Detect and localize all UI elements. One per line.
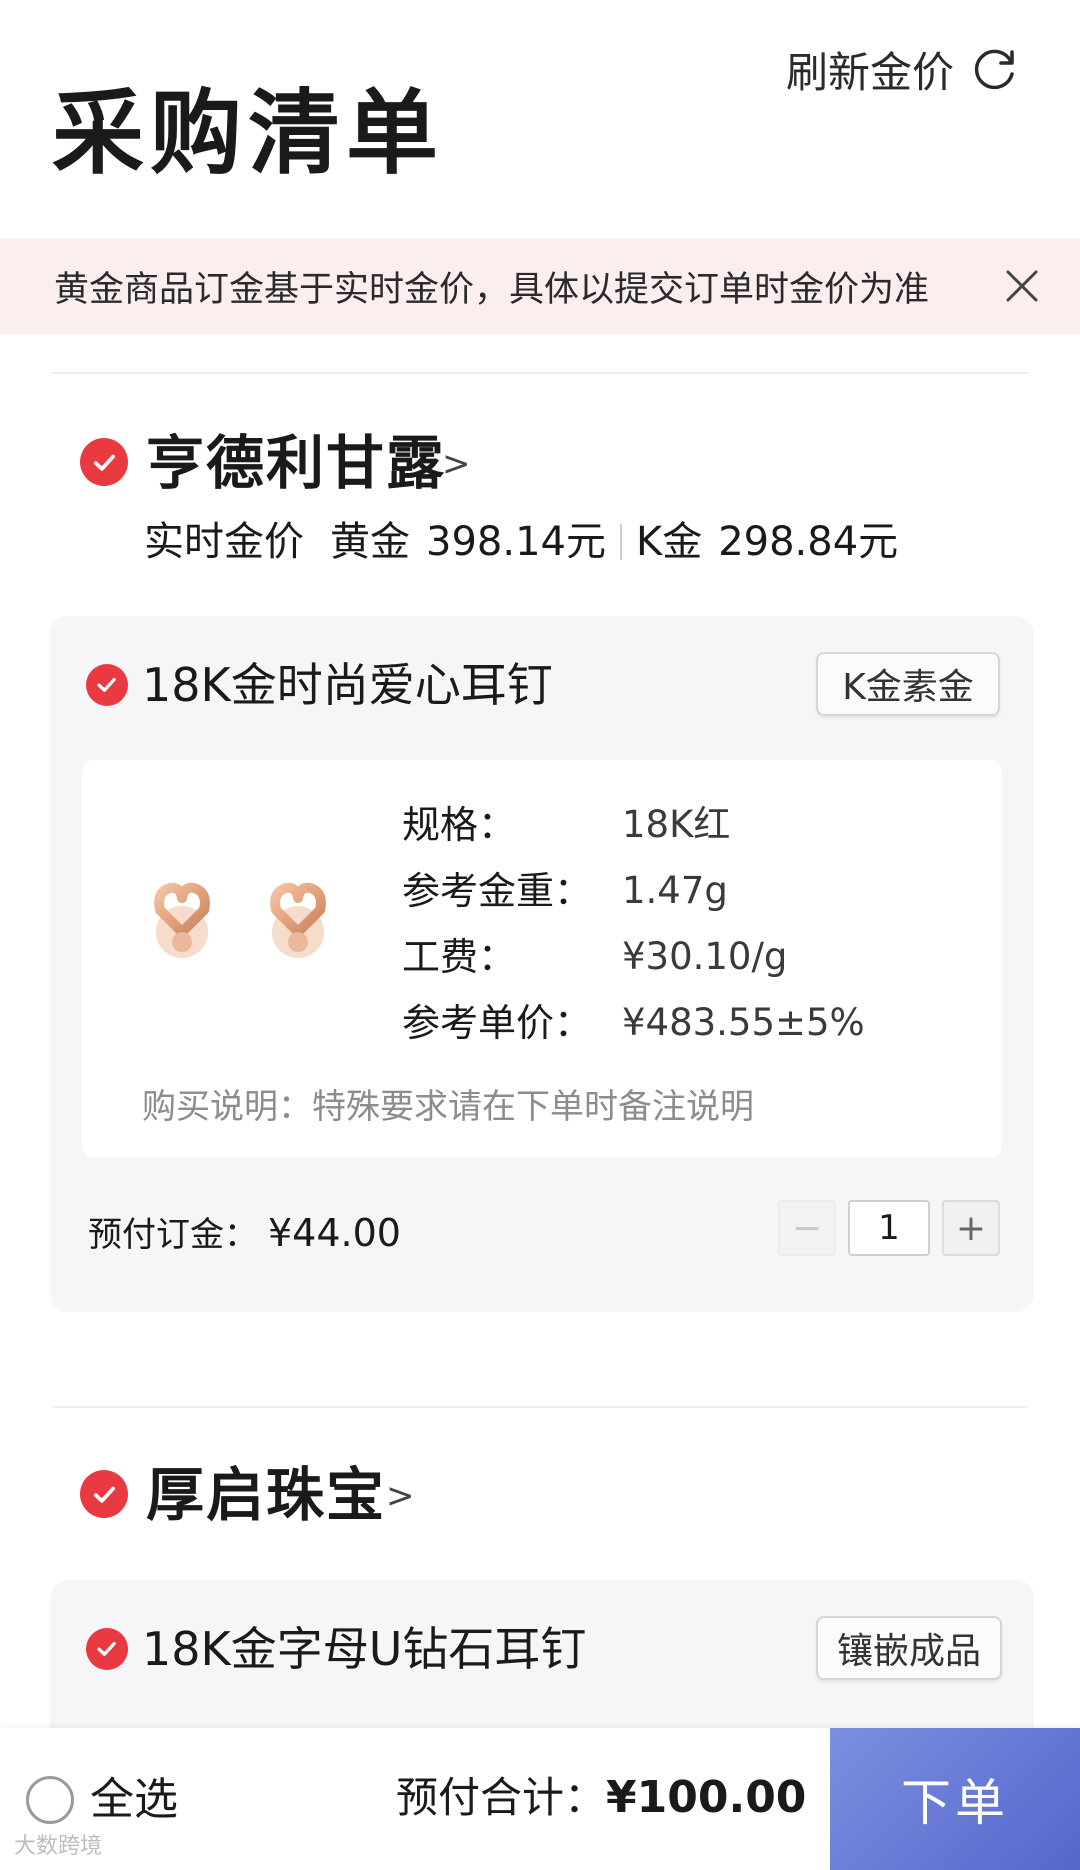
spec-label-size: 规格： bbox=[402, 803, 517, 847]
deposit-label: 预付订金： bbox=[88, 1215, 258, 1255]
total-value: ¥100.00 bbox=[606, 1772, 807, 1823]
kgold-label: K金 bbox=[635, 519, 703, 565]
chevron-right-icon[interactable]: > bbox=[386, 1479, 415, 1513]
product-title[interactable]: 18K金字母U钻石耳钉 bbox=[142, 1626, 586, 1672]
select-all-label[interactable]: 全选 bbox=[90, 1778, 178, 1822]
spec-value-weight: 1.47g bbox=[622, 869, 728, 912]
store-check-icon[interactable] bbox=[80, 438, 128, 486]
deposit-row: 预付订金： ¥44.00 bbox=[88, 1214, 401, 1252]
divider bbox=[52, 1406, 1028, 1408]
place-order-button[interactable]: 下单 bbox=[830, 1728, 1080, 1870]
quantity-minus-button[interactable]: − bbox=[778, 1200, 836, 1256]
quantity-plus-button[interactable]: + bbox=[942, 1200, 1000, 1256]
spec-value-labor-fee: ¥30.10/g bbox=[622, 935, 788, 978]
divider bbox=[52, 372, 1028, 374]
product-type-tag: 镶嵌成品 bbox=[816, 1616, 1002, 1680]
prepay-total: 预付合计：¥100.00 bbox=[396, 1776, 806, 1820]
total-label: 预付合计： bbox=[396, 1773, 607, 1822]
gold-price: 398.14元 bbox=[426, 519, 606, 565]
spec-value-unit-price: ¥483.55±5% bbox=[622, 1001, 865, 1044]
earring-left bbox=[154, 882, 210, 958]
refresh-price-button[interactable]: 刷新金价 bbox=[786, 44, 1020, 101]
notice-text: 黄金商品订金基于实时金价，具体以提交订单时金价为准 bbox=[54, 269, 930, 310]
page-title: 采购清单 bbox=[52, 80, 445, 187]
spec-label-labor-fee: 工费： bbox=[402, 935, 517, 979]
watermark: 大数跨境 bbox=[14, 1834, 103, 1859]
refresh-icon bbox=[970, 44, 1020, 101]
product-type-tag: K金素金 bbox=[816, 652, 1000, 716]
realtime-gold-price: 实时金价 黄金 398.14元 K金 298.84元 bbox=[144, 522, 898, 562]
product-check-icon[interactable] bbox=[86, 664, 128, 706]
gold-price-notice: 黄金商品订金基于实时金价，具体以提交订单时金价为准 bbox=[0, 238, 1080, 334]
deposit-value: ¥44.00 bbox=[268, 1211, 401, 1255]
refresh-price-label: 刷新金价 bbox=[785, 47, 954, 97]
earring-right bbox=[270, 882, 326, 958]
product-check-icon[interactable] bbox=[86, 1628, 128, 1670]
chevron-right-icon[interactable]: > bbox=[442, 447, 471, 481]
realtime-label: 实时金价 bbox=[144, 519, 304, 565]
kgold-price: 298.84元 bbox=[718, 519, 899, 565]
store-check-icon[interactable] bbox=[80, 1470, 128, 1518]
store-name[interactable]: 亨德利甘露 bbox=[146, 434, 446, 492]
gold-label: 黄金 bbox=[330, 519, 410, 565]
spec-label-unit-price: 参考单价： bbox=[402, 1001, 593, 1045]
quantity-input[interactable]: 1 bbox=[848, 1200, 930, 1256]
purchase-note: 购买说明：特殊要求请在下单时备注说明 bbox=[142, 1087, 754, 1127]
spec-value-size: 18K红 bbox=[622, 803, 731, 846]
select-all-radio[interactable] bbox=[26, 1776, 74, 1824]
product-image[interactable] bbox=[120, 858, 360, 978]
spec-label-weight: 参考金重： bbox=[402, 869, 593, 913]
price-separator bbox=[619, 524, 622, 560]
close-icon[interactable] bbox=[994, 258, 1050, 314]
store-name[interactable]: 厚启珠宝 bbox=[146, 1466, 386, 1524]
product-title[interactable]: 18K金时尚爱心耳钉 bbox=[142, 662, 553, 708]
